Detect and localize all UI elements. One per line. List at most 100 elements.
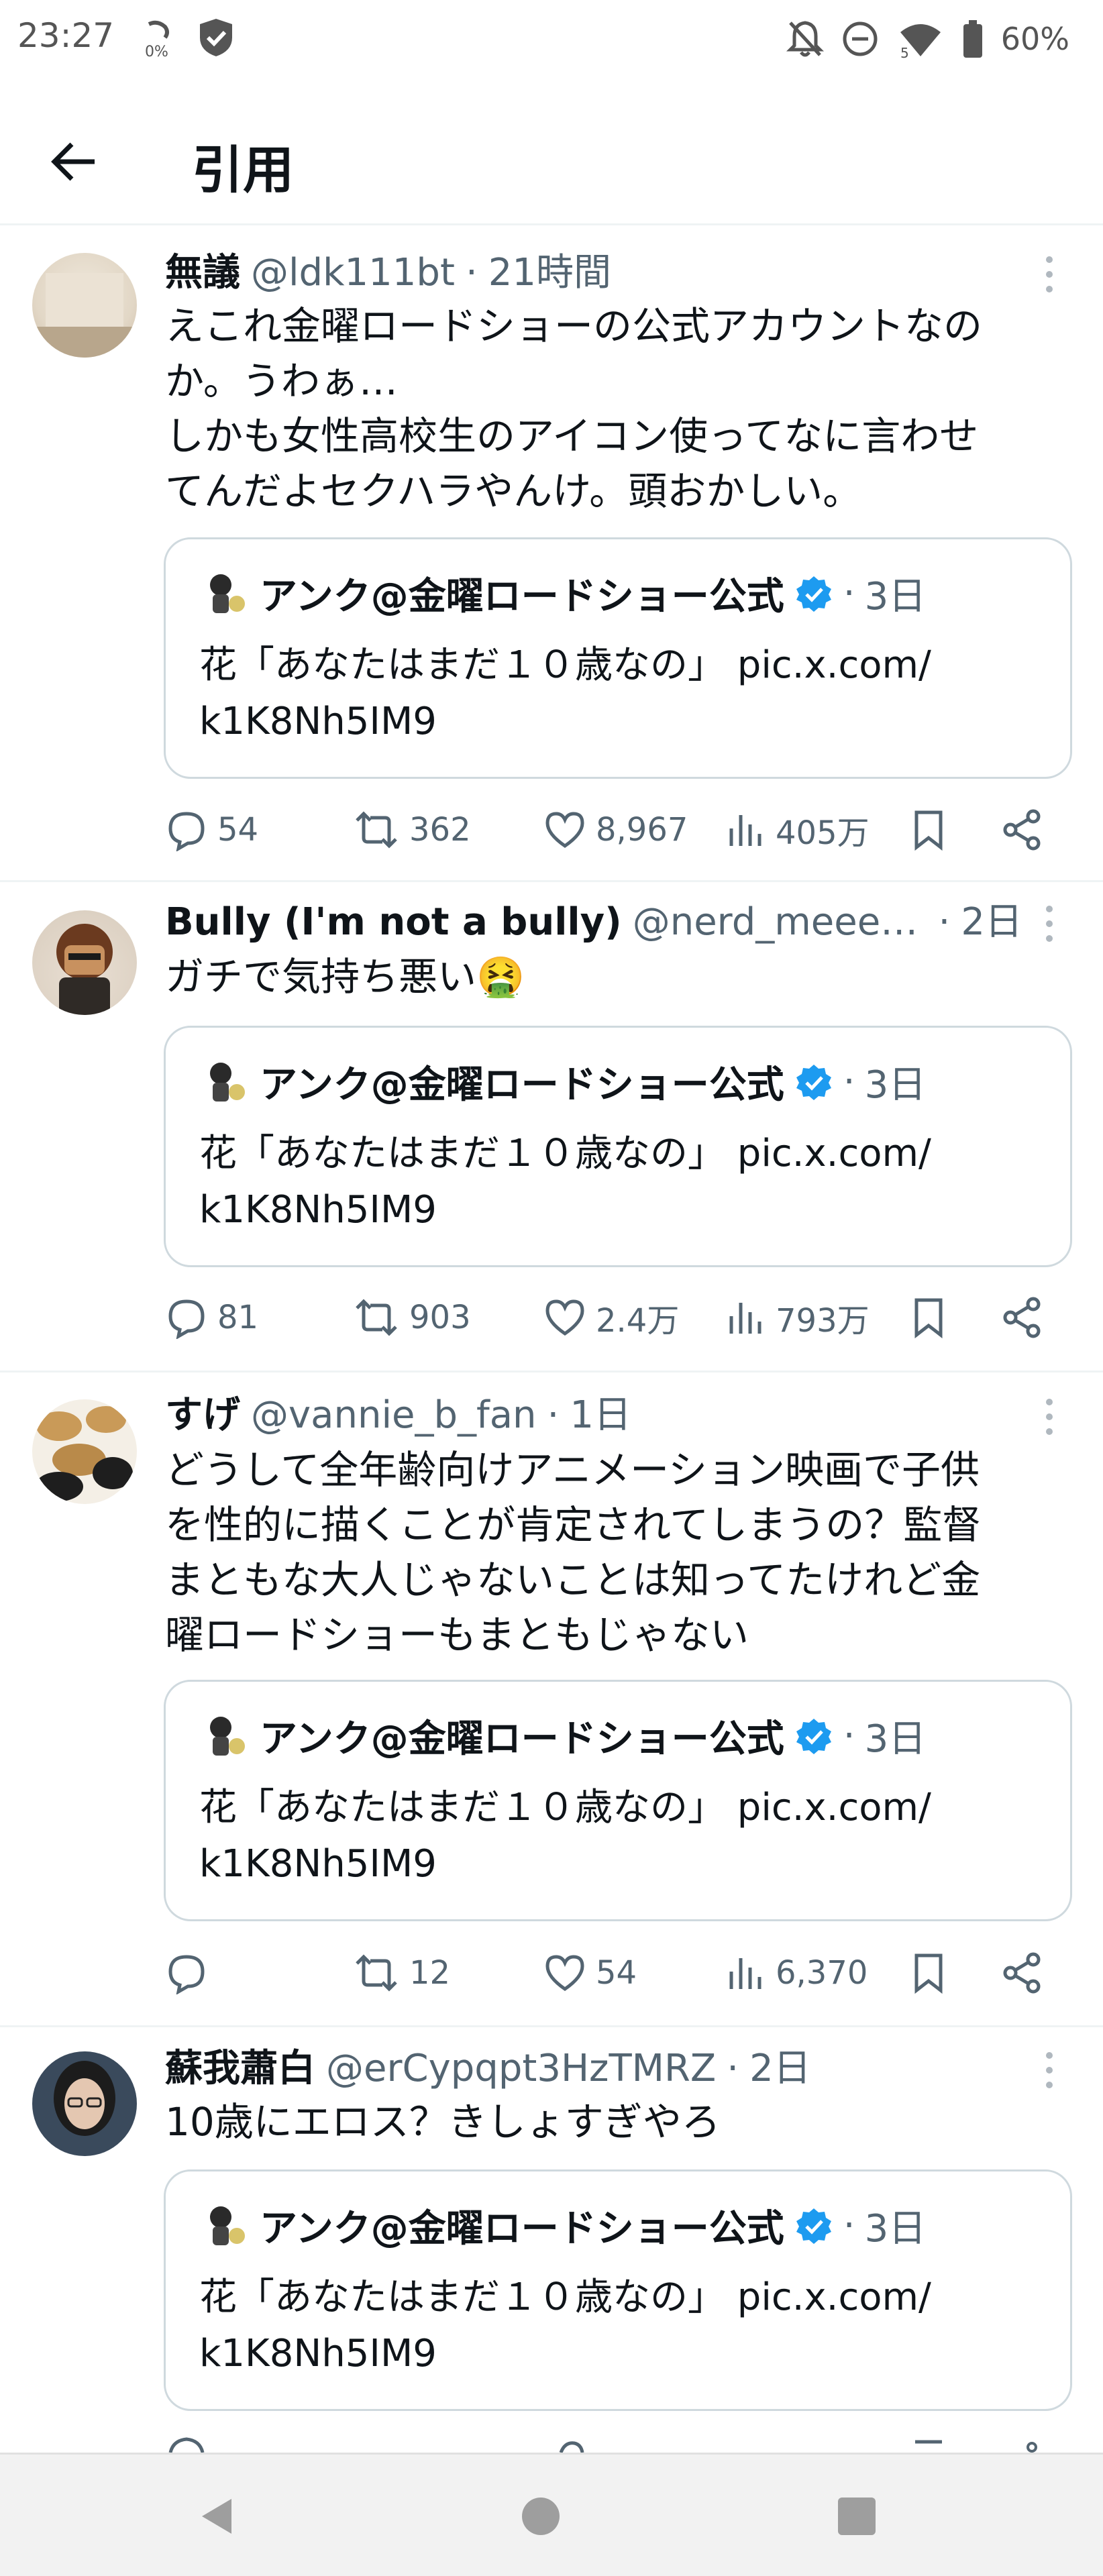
- quoted-tweet[interactable]: アンク@金曜ロードショー公式 · 3日 花「あなたはまだ１０歳なの」 pic.x…: [164, 2169, 1072, 2411]
- share-button[interactable]: [1001, 1287, 1044, 1348]
- more-options-icon[interactable]: [1029, 2043, 1069, 2097]
- author-handle[interactable]: @erCypqpt3HzTMRZ: [326, 2042, 716, 2096]
- bookmark-icon: [914, 1953, 943, 1994]
- tweet-actions: 12 54 6,370: [165, 1943, 1076, 2003]
- heart-icon: [545, 812, 584, 849]
- views-button[interactable]: 793万: [726, 1287, 870, 1348]
- like-count: 8,967: [596, 811, 688, 849]
- tweet-4[interactable]: 蘇我蕭白 @erCypqpt3HzTMRZ · 2日 10歳にエロス？きしょすぎ…: [0, 2027, 1103, 2453]
- separator-dot: ·: [727, 2047, 739, 2090]
- do-not-disturb-icon: [843, 21, 878, 56]
- separator-dot: ·: [465, 251, 478, 294]
- tweet-text: どうして全年齢向けアニメーション映画で子供 を性的に描くことが肯定されてしまうの…: [165, 1447, 982, 1658]
- bookmark-button[interactable]: [910, 1943, 947, 2003]
- quoted-tweet-header: アンク@金曜ロードショー公式 · 3日: [201, 1709, 926, 1763]
- retweet-count: 903: [409, 1299, 471, 1336]
- heart-icon: [545, 1299, 584, 1336]
- quoted-time: 3日: [864, 1063, 927, 1107]
- quoted-author-name: アンク@金曜ロードショー公式: [260, 1717, 784, 1761]
- quoted-tweet-header: アンク@金曜ロードショー公式 · 3日: [201, 2198, 926, 2253]
- retweet-count: 362: [409, 811, 471, 849]
- avatar[interactable]: [32, 910, 137, 1015]
- tweet-1[interactable]: 無議 @ldk111bt · 21時間 えこれ金曜ロードショーの公式アカウントな…: [0, 227, 1103, 882]
- quoted-avatar-icon: [210, 1716, 245, 1756]
- tweet-actions: 81 903 2.4万 793万: [165, 1287, 1076, 1348]
- like-button[interactable]: 2.4万: [543, 1287, 679, 1348]
- reply-button[interactable]: 54: [165, 800, 258, 860]
- bookmark-button[interactable]: [910, 800, 947, 860]
- like-button[interactable]: 54: [543, 1943, 637, 2003]
- more-options-icon[interactable]: [1029, 1390, 1069, 1444]
- author-name[interactable]: Bully (I'm not a bully): [165, 896, 622, 949]
- more-options-icon[interactable]: [1029, 248, 1069, 301]
- reply-button[interactable]: [165, 1943, 217, 2003]
- quoted-text-line2[interactable]: k1K8Nh5IM9: [199, 1836, 1016, 1892]
- home-circle-icon: [522, 2498, 560, 2535]
- views-button[interactable]: 405万: [726, 800, 870, 860]
- quoted-avatar-icon: [210, 574, 245, 613]
- quoted-tweet[interactable]: アンク@金曜ロードショー公式 · 3日 花「あなたはまだ１０歳なの」 pic.x…: [164, 537, 1072, 779]
- reply-button[interactable]: 81: [165, 1287, 258, 1348]
- bookmark-button[interactable]: [910, 1287, 947, 1348]
- tweet-2[interactable]: Bully (I'm not a bully) @nerd_meeee... ·…: [0, 882, 1103, 1373]
- tweet-text: ガチで気持ち悪い🤮: [165, 954, 525, 1000]
- nav-recents-button[interactable]: [830, 2489, 884, 2543]
- system-nav-bar: [0, 2453, 1103, 2576]
- retweet-button[interactable]: 903: [353, 1287, 471, 1348]
- views-count: 6,370: [776, 1954, 868, 1992]
- nav-back-button[interactable]: [191, 2489, 245, 2543]
- heart-icon: [545, 1955, 584, 1992]
- author-name[interactable]: 無議: [165, 246, 240, 300]
- tweet-header: 蘇我蕭白 @erCypqpt3HzTMRZ · 2日: [165, 2042, 1022, 2096]
- quoted-tweet[interactable]: アンク@金曜ロードショー公式 · 3日 花「あなたはまだ１０歳なの」 pic.x…: [164, 1680, 1072, 1921]
- tweet-actions-peek: [165, 2435, 1037, 2453]
- tweet-time[interactable]: 1日: [570, 1389, 631, 1442]
- views-chart-icon: [729, 1303, 761, 1334]
- data-indicator-text: 0%: [145, 44, 168, 59]
- back-button[interactable]: [38, 125, 111, 199]
- wifi-icon: 5: [900, 24, 941, 59]
- arrow-left-icon: [51, 142, 95, 181]
- share-button[interactable]: [1001, 1943, 1044, 2003]
- nav-home-button[interactable]: [514, 2489, 568, 2543]
- tweet-header: すげ @vannie_b_fan · 1日: [165, 1389, 1022, 1442]
- reply-count: 54: [217, 811, 259, 849]
- share-button[interactable]: [1001, 800, 1044, 860]
- views-button[interactable]: 6,370: [726, 1943, 868, 2003]
- retweet-button[interactable]: 362: [353, 800, 471, 860]
- tweet-text: 10歳にエロス？きしょすぎやろ: [165, 2099, 721, 2145]
- data-saver-icon: 0%: [142, 19, 173, 60]
- tweet-header: 無議 @ldk111bt · 21時間: [165, 246, 1022, 300]
- quoted-tweet[interactable]: アンク@金曜ロードショー公式 · 3日 花「あなたはまだ１０歳なの」 pic.x…: [164, 1026, 1072, 1267]
- more-options-icon[interactable]: [1029, 897, 1069, 951]
- author-name[interactable]: 蘇我蕭白: [165, 2042, 315, 2096]
- quoted-author-name: アンク@金曜ロードショー公式: [260, 2207, 784, 2251]
- avatar[interactable]: [32, 253, 137, 358]
- reply-icon: [168, 1299, 205, 1339]
- quoted-text-line2[interactable]: k1K8Nh5IM9: [199, 694, 1016, 750]
- quoted-text-line2[interactable]: k1K8Nh5IM9: [199, 1182, 1016, 1238]
- avatar[interactable]: [32, 1399, 137, 1504]
- retweet-count: 12: [409, 1954, 451, 1992]
- tweet-time[interactable]: 2日: [749, 2042, 811, 2096]
- retweet-button[interactable]: 12: [353, 1943, 450, 2003]
- status-time: 23:27: [17, 16, 115, 55]
- separator-dot: ·: [938, 900, 951, 944]
- share-icon: [1003, 1297, 1041, 1338]
- tweet-3[interactable]: すげ @vannie_b_fan · 1日 どうして全年齢向けアニメーション映画…: [0, 1373, 1103, 2027]
- tweet-time[interactable]: 21時間: [488, 246, 611, 300]
- separator-dot: ·: [843, 572, 855, 615]
- quoted-time: 3日: [864, 1717, 927, 1761]
- quoted-time: 3日: [864, 2207, 927, 2251]
- quoted-text-line2[interactable]: k1K8Nh5IM9: [199, 2326, 1016, 2382]
- quoted-tweet-header: アンク@金曜ロードショー公式 · 3日: [201, 566, 926, 621]
- shield-icon: [196, 16, 236, 59]
- author-handle[interactable]: @ldk111bt: [251, 246, 455, 300]
- author-handle[interactable]: @vannie_b_fan: [251, 1389, 537, 1442]
- avatar[interactable]: [32, 2051, 137, 2156]
- author-name[interactable]: すげ: [165, 1389, 240, 1442]
- like-button[interactable]: 8,967: [543, 800, 688, 860]
- tweet-time[interactable]: 2日: [961, 896, 1022, 949]
- author-handle[interactable]: @nerd_meeee...: [633, 896, 928, 949]
- reply-icon: [168, 1955, 205, 1994]
